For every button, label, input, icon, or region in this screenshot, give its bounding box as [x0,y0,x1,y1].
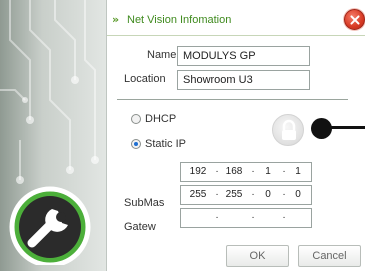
submask-octet-4: 0 [295,189,301,200]
title-chevron-icon: » [112,13,120,26]
name-field[interactable]: MODULYS GP [177,46,310,66]
section-divider [117,99,348,100]
lock-icon [282,119,296,140]
ip-dot: · [215,189,219,200]
pointer-knob [311,118,332,139]
submask-label: SubMas [124,197,165,209]
gateway-field[interactable]: · · · [180,208,312,228]
ip-octet-1: 192 [189,166,207,177]
submask-field[interactable]: 255 · 255 · 0 · 0 [180,185,312,205]
static-ip-label: Static IP [145,138,186,150]
ip-octet-2: 168 [225,166,243,177]
wrench-icon [9,186,91,268]
ip-dot: · [282,212,286,223]
wrench-logo [6,183,102,268]
submask-octet-3: 0 [265,189,271,200]
side-panel [0,0,107,271]
ip-dot: · [251,189,255,200]
submask-octet-1: 255 [189,189,207,200]
ip-dot: · [251,166,255,177]
ip-octet-3: 1 [265,166,271,177]
title-bar: » Net Vision Infomation [107,6,365,36]
dialog-title: Net Vision Infomation [127,14,232,26]
pointer-line [331,126,365,129]
ip-address-field[interactable]: 192 · 168 · 1 · 1 [180,162,312,182]
location-field[interactable]: Showroom U3 [177,70,310,90]
dhcp-radio-circle[interactable] [131,114,141,124]
location-label: Location [124,73,166,85]
ok-button[interactable]: OK [226,245,289,267]
ip-octet-4: 1 [295,166,301,177]
cancel-button[interactable]: Cancel [298,245,361,267]
ip-dot: · [251,212,255,223]
close-icon[interactable] [344,9,365,30]
static-ip-radio-circle[interactable] [131,139,141,149]
gateway-label: Gatew [124,221,156,233]
submask-octet-2: 255 [225,189,243,200]
name-label: Name [147,49,177,61]
net-vision-dialog: » Net Vision Infomation Name MODULYS GP … [0,0,365,271]
dhcp-label: DHCP [145,113,177,125]
lock-button[interactable] [272,114,304,146]
ip-dot: · [215,212,219,223]
ip-dot: · [215,166,219,177]
